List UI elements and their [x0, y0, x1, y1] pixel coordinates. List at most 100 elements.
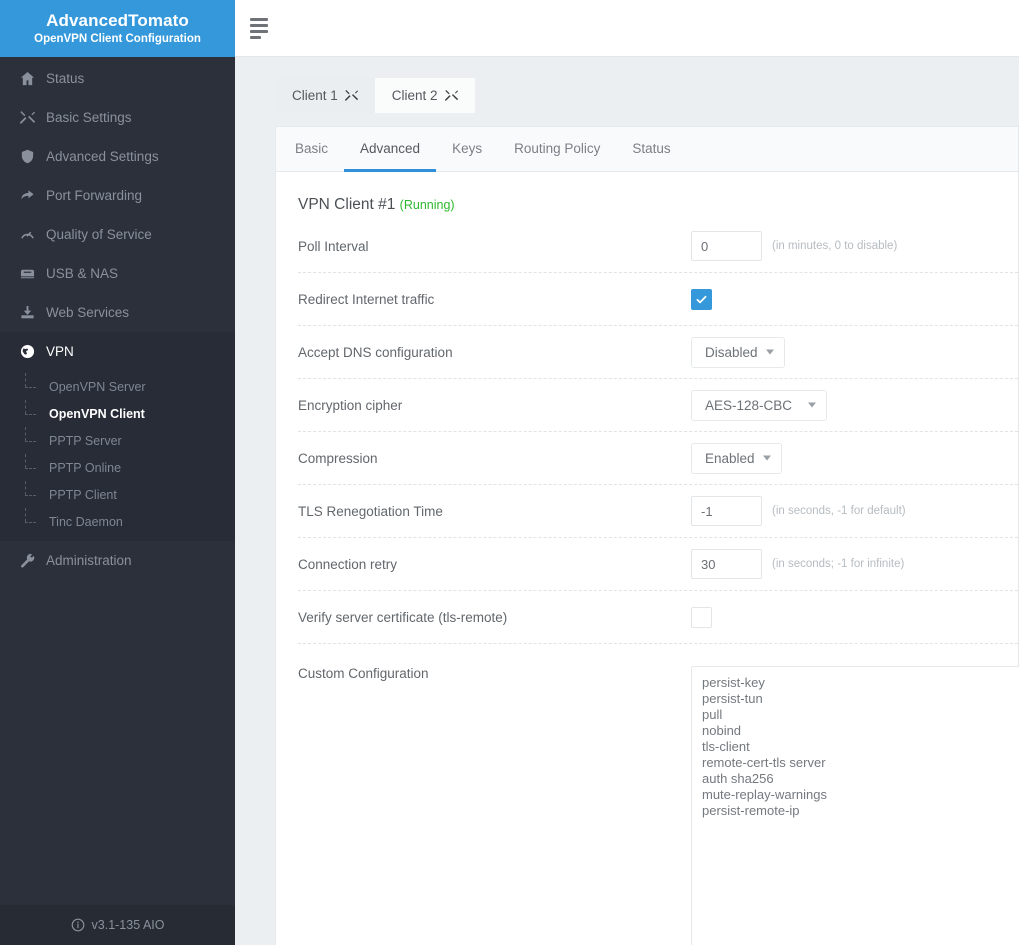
- row-redirect-internet-traffic: Redirect Internet traffic: [298, 273, 1018, 326]
- accept-dns-select[interactable]: Disabled: [691, 336, 785, 368]
- tab-advanced[interactable]: Advanced: [344, 127, 437, 172]
- home-icon: [20, 71, 46, 86]
- sidebar-subnav-vpn: OpenVPN Server OpenVPN Client PPTP Serve…: [0, 371, 235, 541]
- row-field: AES-128-CBC: [691, 389, 828, 421]
- sidebar-subitem-label: PPTP Client: [49, 487, 117, 502]
- hamburger-line: [250, 35, 261, 39]
- sidebar-subitem-label: Tinc Daemon: [49, 514, 123, 529]
- sidebar-item-vpn[interactable]: VPN: [0, 332, 235, 371]
- hamburger-line: [250, 29, 268, 33]
- arrow-forward-icon: [20, 188, 46, 203]
- sidebar-item-usb-nas[interactable]: USB & NAS: [0, 254, 235, 293]
- tab-routing-policy[interactable]: Routing Policy: [498, 127, 616, 172]
- sub-tabs: Basic Advanced Keys Routing Policy Statu…: [276, 127, 1018, 172]
- globe-icon: [20, 344, 46, 359]
- client-tab-1[interactable]: Client 1: [275, 78, 375, 113]
- row-field: (in seconds; -1 for infinite): [691, 549, 904, 579]
- drive-icon: [20, 266, 46, 281]
- content-area: Client 1 Client 2 Basic Advanced Keys Ro…: [235, 57, 1019, 945]
- row-custom-configuration: Custom Configuration: [298, 644, 1019, 945]
- row-field: [691, 606, 712, 628]
- sidebar-item-basic-settings[interactable]: Basic Settings: [0, 98, 235, 137]
- row-poll-interval: Poll Interval (in minutes, 0 to disable): [298, 220, 1018, 273]
- tls-renegotiation-hint: (in seconds, -1 for default): [772, 505, 906, 517]
- sidebar-item-label: Port Forwarding: [46, 188, 143, 203]
- row-label: Poll Interval: [298, 238, 369, 254]
- row-label: Accept DNS configuration: [298, 344, 453, 360]
- chevron-down-icon: [808, 402, 817, 408]
- sidebar-item-label: Status: [46, 71, 85, 86]
- version-label: v3.1-135 AIO: [91, 918, 165, 932]
- sidebar-subitem-pptp-server[interactable]: PPTP Server: [0, 426, 235, 454]
- custom-configuration-textarea[interactable]: [691, 666, 1019, 945]
- chevron-down-icon: [765, 349, 774, 355]
- sidebar-subitem-pptp-online[interactable]: PPTP Online: [0, 453, 235, 481]
- sidebar-subitem-pptp-client[interactable]: PPTP Client: [0, 480, 235, 508]
- shield-icon: [20, 149, 46, 164]
- row-label: Connection retry: [298, 556, 398, 572]
- page-title: VPN Client #1 (Running): [298, 196, 1018, 214]
- redirect-traffic-checkbox[interactable]: [691, 288, 712, 310]
- tls-renegotiation-input[interactable]: [691, 496, 762, 526]
- sidebar-item-label: Basic Settings: [46, 110, 132, 125]
- sidebar-item-advanced-settings[interactable]: Advanced Settings: [0, 137, 235, 176]
- tools-icon: [344, 89, 358, 102]
- tab-keys[interactable]: Keys: [436, 127, 498, 172]
- settings-panel: Basic Advanced Keys Routing Policy Statu…: [275, 126, 1019, 945]
- info-icon: [71, 918, 85, 932]
- client-tab-2[interactable]: Client 2: [374, 78, 475, 113]
- row-field: [691, 666, 1019, 945]
- poll-interval-input[interactable]: [691, 231, 762, 261]
- client-tab-label: Client 2: [391, 88, 438, 103]
- sidebar-item-port-forwarding[interactable]: Port Forwarding: [0, 176, 235, 215]
- tools-icon: [444, 89, 458, 102]
- compression-value: Enabled: [705, 450, 755, 466]
- row-label: Compression: [298, 450, 378, 466]
- tools-icon: [20, 110, 46, 125]
- hamburger-line: [250, 17, 268, 21]
- sidebar-item-label: Web Services: [46, 305, 130, 320]
- sidebar-item-web-services[interactable]: Web Services: [0, 293, 235, 332]
- chevron-down-icon: [762, 455, 771, 461]
- sidebar-item-quality-of-service[interactable]: Quality of Service: [0, 215, 235, 254]
- row-connection-retry: Connection retry (in seconds; -1 for inf…: [298, 538, 1018, 591]
- sidebar-item-status[interactable]: Status: [0, 59, 235, 98]
- client-tabs: Client 1 Client 2: [275, 78, 1019, 113]
- tab-status[interactable]: Status: [616, 127, 686, 172]
- accept-dns-value: Disabled: [705, 344, 758, 360]
- row-encryption-cipher: Encryption cipher AES-128-CBC: [298, 379, 1018, 432]
- status-badge: (Running): [399, 198, 455, 212]
- tab-basic[interactable]: Basic: [279, 127, 344, 172]
- sidebar-subitem-label: OpenVPN Client: [49, 406, 145, 421]
- sidebar-subitem-openvpn-server[interactable]: OpenVPN Server: [0, 372, 235, 400]
- brand-subtitle: OpenVPN Client Configuration: [34, 32, 201, 45]
- check-icon: [696, 295, 707, 303]
- brand-title: AdvancedTomato: [46, 10, 189, 30]
- sidebar-nav: Status Basic Settings Advanced Settings …: [0, 57, 235, 580]
- client-tab-label: Client 1: [292, 88, 338, 103]
- sidebar-item-label: VPN: [46, 344, 74, 359]
- sidebar: AdvancedTomato OpenVPN Client Configurat…: [0, 0, 235, 945]
- sidebar-item-label: Advanced Settings: [46, 149, 159, 164]
- encryption-cipher-select[interactable]: AES-128-CBC: [691, 389, 828, 421]
- verify-server-certificate-checkbox[interactable]: [691, 606, 712, 628]
- main-area: Client 1 Client 2 Basic Advanced Keys Ro…: [235, 0, 1019, 945]
- row-field: Enabled: [691, 442, 782, 474]
- hamburger-icon[interactable]: [250, 14, 272, 43]
- sidebar-item-label: USB & NAS: [46, 266, 119, 281]
- sidebar-item-administration[interactable]: Administration: [0, 541, 235, 580]
- app-root: AdvancedTomato OpenVPN Client Configurat…: [0, 0, 1019, 945]
- row-label: Custom Configuration: [298, 666, 429, 681]
- sidebar-subitem-openvpn-client[interactable]: OpenVPN Client: [0, 399, 235, 427]
- connection-retry-input[interactable]: [691, 549, 762, 579]
- sidebar-item-label: Quality of Service: [46, 227, 152, 242]
- row-verify-server-certificate: Verify server certificate (tls-remote): [298, 591, 1018, 644]
- sidebar-subitem-label: OpenVPN Server: [49, 379, 146, 394]
- hamburger-line: [250, 23, 268, 27]
- row-field: [691, 288, 712, 310]
- panel-title-text: VPN Client #1: [298, 196, 396, 213]
- download-icon: [20, 305, 46, 320]
- encryption-cipher-value: AES-128-CBC: [705, 397, 793, 413]
- sidebar-subitem-tinc-daemon[interactable]: Tinc Daemon: [0, 507, 235, 535]
- compression-select[interactable]: Enabled: [691, 442, 782, 474]
